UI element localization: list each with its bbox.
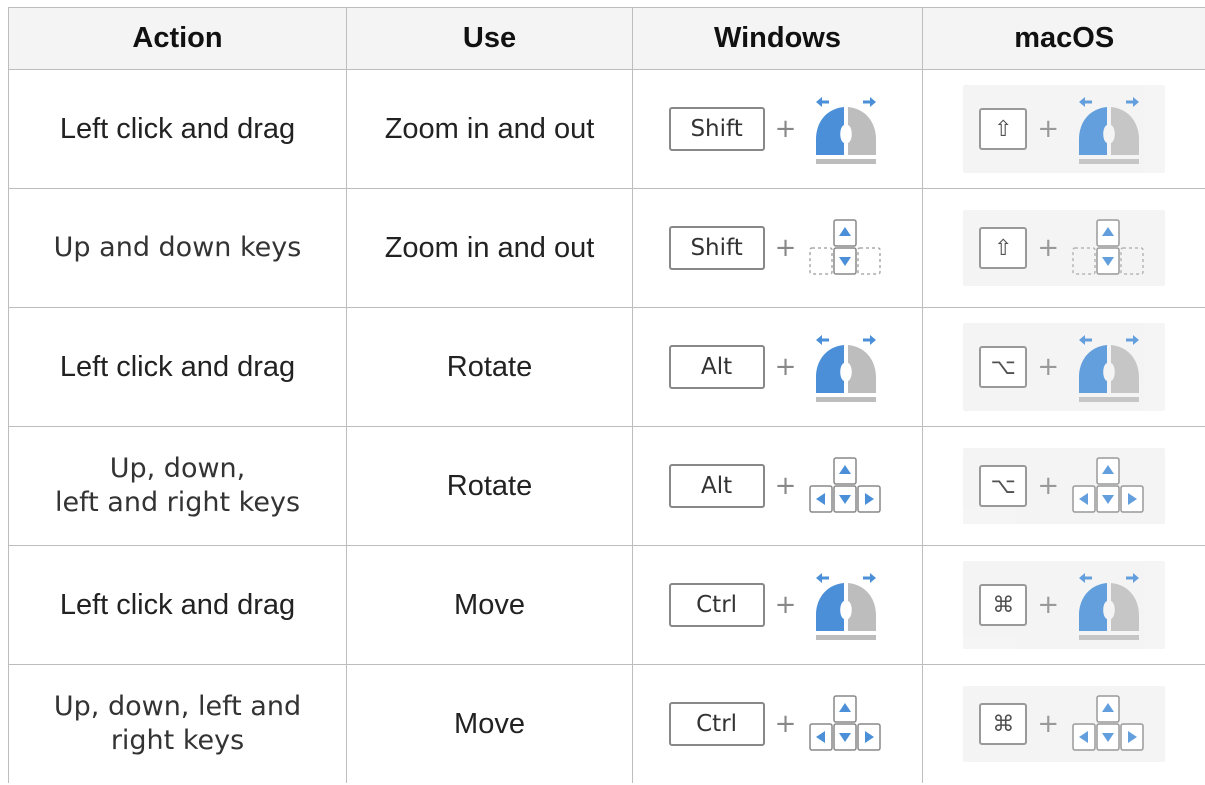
header-row: Action Use Windows macOS: [8, 7, 1205, 70]
shortcut-combo: Shift +: [668, 93, 887, 165]
plus-sign: +: [774, 233, 797, 263]
plus-sign: +: [774, 590, 797, 620]
macos-shortcut: ⌘ +: [922, 664, 1205, 783]
key-shift: Shift: [668, 107, 765, 151]
action-line-2: left and right keys: [54, 487, 301, 518]
shortcut-combo: Alt +: [668, 456, 887, 516]
key-ctrl: Ctrl: [668, 583, 765, 627]
action-text: Left click and drag: [59, 350, 296, 383]
macos-shortcut: ⌥ +: [922, 426, 1205, 546]
use-cell: Rotate: [346, 307, 633, 427]
key-shift-mac: ⇧: [979, 227, 1028, 269]
shortcut-combo: ⌘ +: [979, 694, 1149, 754]
macos-shortcut: ⇧ +: [922, 69, 1205, 189]
action-cell: Up, down, left and right keys: [8, 664, 347, 783]
up-down-keys-icon: [1069, 218, 1149, 278]
mouse-drag-icon: [1069, 569, 1149, 641]
plus-sign: +: [1037, 471, 1060, 501]
table-row: Left click and drag Move Ctrl + ⌘ +: [8, 545, 1205, 665]
use-cell: Move: [346, 545, 633, 665]
key-ctrl: Ctrl: [668, 702, 765, 746]
shortcut-combo: ⇧ +: [979, 93, 1149, 165]
action-cell: Up, down, left and right keys: [8, 426, 347, 546]
mouse-drag-icon: [806, 331, 886, 403]
macos-shortcut: ⌥ +: [922, 307, 1205, 427]
windows-shortcut: Shift +: [632, 188, 923, 308]
table-row: Left click and drag Zoom in and out Shif…: [8, 69, 1205, 189]
action-cell: Left click and drag: [8, 307, 347, 427]
use-cell: Move: [346, 664, 633, 783]
use-cell: Zoom in and out: [346, 69, 633, 189]
use-cell: Zoom in and out: [346, 188, 633, 308]
key-command-mac: ⌘: [979, 703, 1028, 745]
plus-sign: +: [1037, 114, 1060, 144]
key-alt: Alt: [668, 345, 765, 389]
shortcut-combo: Ctrl +: [668, 694, 887, 754]
shortcut-combo: ⇧ +: [979, 218, 1149, 278]
action-text: Up and down keys: [53, 232, 302, 264]
plus-sign: +: [774, 114, 797, 144]
action-line-1: Up, down,: [109, 453, 246, 485]
table-row: Up, down, left and right keys Rotate Alt…: [8, 426, 1205, 546]
arrow-keys-icon: [1069, 456, 1149, 516]
plus-sign: +: [1037, 352, 1060, 382]
up-down-keys-icon: [806, 218, 886, 278]
mac-combo-panel: ⇧ +: [963, 210, 1166, 286]
action-cell: Left click and drag: [8, 545, 347, 665]
action-cell: Up and down keys: [8, 188, 347, 308]
table-row: Up and down keys Zoom in and out Shift +…: [8, 188, 1205, 308]
key-option-mac: ⌥: [979, 465, 1028, 507]
shortcut-combo: ⌥ +: [979, 456, 1149, 516]
macos-shortcut: ⌘ +: [922, 545, 1205, 665]
mac-combo-panel: ⌥ +: [963, 323, 1166, 411]
shortcut-combo: Shift +: [668, 218, 887, 278]
shortcut-combo: ⌘ +: [979, 569, 1149, 641]
shortcut-table: Action Use Windows macOS Left click and …: [8, 7, 1205, 783]
header-action: Action: [8, 7, 347, 70]
table-row: Up, down, left and right keys Move Ctrl …: [8, 664, 1205, 783]
plus-sign: +: [774, 471, 797, 501]
table-row: Left click and drag Rotate Alt + ⌥ +: [8, 307, 1205, 427]
arrow-keys-icon: [1069, 694, 1149, 754]
windows-shortcut: Alt +: [632, 426, 923, 546]
plus-sign: +: [774, 709, 797, 739]
action-text: Left click and drag: [59, 588, 296, 621]
windows-shortcut: Shift +: [632, 69, 923, 189]
plus-sign: +: [1037, 590, 1060, 620]
shortcut-combo: Alt +: [668, 331, 887, 403]
arrow-keys-icon: [806, 456, 886, 516]
mac-combo-panel: ⇧ +: [963, 85, 1166, 173]
plus-sign: +: [1037, 709, 1060, 739]
key-shift: Shift: [668, 226, 765, 270]
action-line-1: Up, down, left and: [53, 691, 302, 723]
key-alt: Alt: [668, 464, 765, 508]
mouse-drag-icon: [1069, 93, 1149, 165]
mouse-drag-icon: [806, 93, 886, 165]
action-text: Left click and drag: [59, 112, 296, 145]
key-option-mac: ⌥: [979, 346, 1028, 388]
action-cell: Left click and drag: [8, 69, 347, 189]
shortcut-combo: ⌥ +: [979, 331, 1149, 403]
mac-combo-panel: ⌘ +: [963, 686, 1166, 762]
key-command-mac: ⌘: [979, 584, 1028, 626]
mouse-drag-icon: [1069, 331, 1149, 403]
header-use: Use: [346, 7, 633, 70]
header-windows: Windows: [632, 7, 923, 70]
key-shift-mac: ⇧: [979, 108, 1028, 150]
windows-shortcut: Ctrl +: [632, 545, 923, 665]
windows-shortcut: Alt +: [632, 307, 923, 427]
windows-shortcut: Ctrl +: [632, 664, 923, 783]
header-macos: macOS: [922, 7, 1205, 70]
plus-sign: +: [774, 352, 797, 382]
mouse-drag-icon: [806, 569, 886, 641]
macos-shortcut: ⇧ +: [922, 188, 1205, 308]
shortcut-combo: Ctrl +: [668, 569, 887, 641]
arrow-keys-icon: [806, 694, 886, 754]
use-cell: Rotate: [346, 426, 633, 546]
mac-combo-panel: ⌥ +: [963, 448, 1166, 524]
action-line-2: right keys: [110, 725, 245, 756]
mac-combo-panel: ⌘ +: [963, 561, 1166, 649]
plus-sign: +: [1037, 233, 1060, 263]
